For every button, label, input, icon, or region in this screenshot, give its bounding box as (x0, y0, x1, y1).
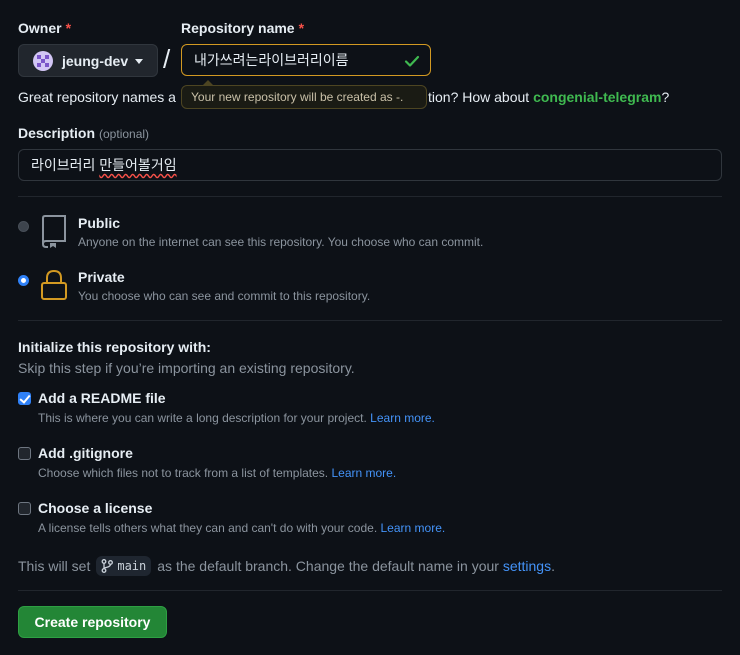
owner-repo-separator: / (163, 44, 171, 74)
repo-name-hint-start: Great repository names a (18, 89, 176, 105)
owner-dropdown[interactable]: jeung-dev (18, 44, 158, 77)
settings-link[interactable]: settings (503, 558, 551, 574)
required-mark: * (65, 20, 72, 36)
private-description: You choose who can see and commit to thi… (78, 289, 371, 303)
default-branch-note: This will set main as the default branch… (18, 556, 555, 576)
gitignore-learn-more-link[interactable]: Learn more. (331, 466, 396, 480)
public-radio[interactable] (18, 221, 29, 232)
readme-description: This is where you can write a long descr… (38, 411, 435, 425)
create-repository-button[interactable]: Create repository (18, 606, 167, 638)
description-input[interactable]: 라이브러리 만들어볼거임 (18, 149, 722, 181)
branch-name: main (117, 559, 147, 573)
optional-tag: (optional) (99, 127, 150, 141)
gitignore-checkbox[interactable] (18, 447, 31, 460)
git-branch-icon (101, 559, 114, 573)
repo-name-value: 내가쓰려는라이브러리이름 (194, 52, 349, 68)
repo-name-hint-end: tion? How about congenial-telegram? (428, 89, 670, 105)
license-description: A license tells others what they can and… (38, 521, 446, 535)
lock-icon (41, 270, 67, 300)
gitignore-description: Choose which files not to track from a l… (38, 466, 397, 480)
owner-label: Owner * (18, 20, 72, 36)
readme-learn-more-link[interactable]: Learn more. (370, 411, 435, 425)
description-label: Description (optional) (18, 125, 150, 141)
license-checkbox[interactable] (18, 502, 31, 515)
repo-name-input[interactable]: 내가쓰려는라이브러리이름 (181, 44, 431, 76)
repo-name-label: Repository name * (181, 20, 305, 36)
required-mark: * (298, 20, 305, 36)
readme-checkbox[interactable] (18, 392, 31, 405)
license-learn-more-link[interactable]: Learn more. (381, 521, 446, 535)
check-icon (404, 55, 420, 67)
init-subtitle: Skip this step if you’re importing an ex… (18, 360, 355, 376)
suggested-name-link[interactable]: congenial-telegram (533, 89, 661, 105)
gitignore-title: Add .gitignore (38, 445, 133, 461)
divider (18, 320, 722, 321)
chevron-down-icon (135, 59, 144, 64)
readme-title: Add a README file (38, 390, 166, 406)
repo-icon (42, 215, 66, 248)
init-title: Initialize this repository with: (18, 339, 211, 355)
divider (18, 590, 722, 591)
repo-name-tooltip: Your new repository will be created as -… (181, 80, 427, 109)
public-description: Anyone on the internet can see this repo… (78, 235, 484, 249)
spellcheck-word: 만들어볼거임 (99, 157, 177, 173)
license-title: Choose a license (38, 500, 153, 516)
owner-value: jeung-dev (62, 52, 129, 69)
avatar (33, 50, 53, 71)
divider (18, 196, 722, 197)
branch-chip: main (96, 556, 152, 576)
public-title: Public (78, 215, 121, 231)
private-title: Private (78, 269, 125, 285)
private-radio[interactable] (18, 275, 29, 286)
